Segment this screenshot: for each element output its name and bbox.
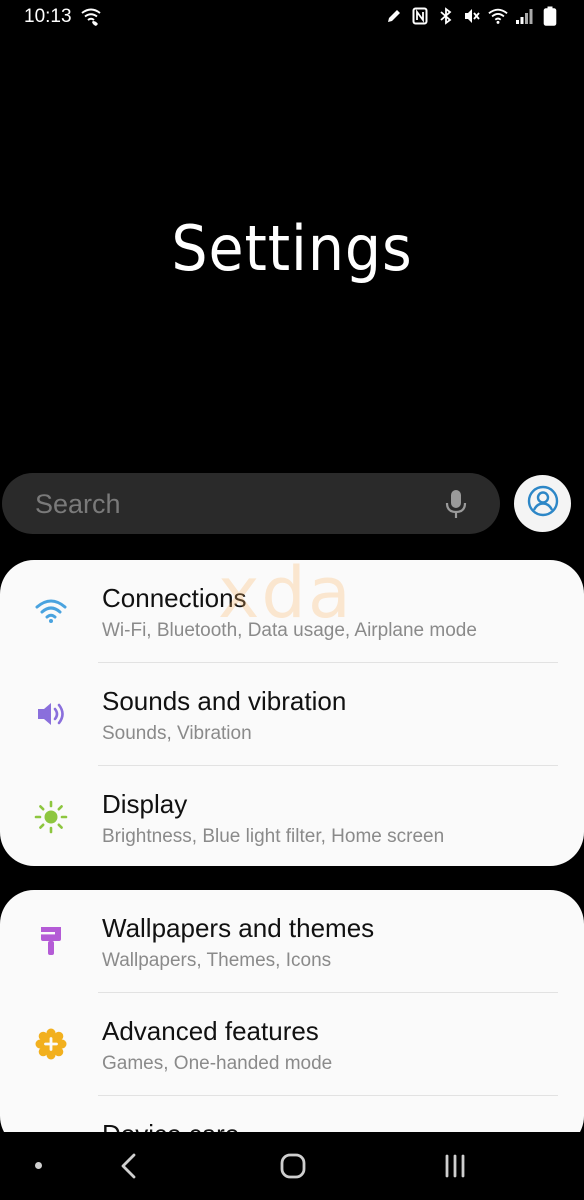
settings-item-subtitle: Brightness, Blue light filter, Home scre… xyxy=(102,826,445,847)
settings-item-sounds-and-vibration[interactable]: Sounds and vibration Sounds, Vibration xyxy=(0,663,584,765)
settings-item-subtitle: Wallpapers, Themes, Icons xyxy=(102,950,332,971)
settings-item-advanced-features[interactable]: Advanced features Games, One-handed mode xyxy=(0,993,584,1095)
settings-item-subtitle: Wi-Fi, Bluetooth, Data usage, Airplane m… xyxy=(102,620,477,641)
settings-item-title: Wallpapers and themes xyxy=(102,913,375,943)
gear-plus-icon xyxy=(34,1027,68,1061)
search-input[interactable]: Search xyxy=(35,489,121,520)
settings-item-title: Display xyxy=(102,789,188,819)
search-bar[interactable]: Search xyxy=(2,473,500,534)
speaker-icon xyxy=(34,697,68,731)
navigation-bar xyxy=(0,1132,584,1200)
settings-item-display[interactable]: Display Brightness, Blue light filter, H… xyxy=(0,766,584,868)
settings-item-title: Advanced features xyxy=(102,1016,319,1046)
settings-item-title: Connections xyxy=(102,583,247,613)
wifi-icon xyxy=(34,594,68,628)
microphone-icon[interactable] xyxy=(444,488,468,520)
settings-item-subtitle: Sounds, Vibration xyxy=(102,723,252,744)
settings-group-1: Connections Wi-Fi, Bluetooth, Data usage… xyxy=(0,560,584,866)
bluetooth-icon xyxy=(436,6,456,26)
brightness-icon xyxy=(34,800,68,834)
edit-icon xyxy=(384,6,404,26)
settings-group-2: Wallpapers and themes Wallpapers, Themes… xyxy=(0,890,584,1161)
settings-item-connections[interactable]: Connections Wi-Fi, Bluetooth, Data usage… xyxy=(0,560,584,662)
brush-icon xyxy=(34,924,68,958)
back-icon[interactable] xyxy=(118,1152,140,1185)
wifi-calling-icon xyxy=(80,7,102,32)
wifi-icon xyxy=(488,6,508,26)
profile-button[interactable] xyxy=(514,475,571,532)
account-icon xyxy=(527,485,559,522)
settings-item-subtitle: Games, One-handed mode xyxy=(102,1053,333,1074)
page-title: Settings xyxy=(171,212,413,285)
home-icon[interactable] xyxy=(279,1152,307,1185)
settings-item-wallpapers-and-themes[interactable]: Wallpapers and themes Wallpapers, Themes… xyxy=(0,890,584,992)
nav-dot-icon[interactable] xyxy=(35,1162,42,1169)
status-bar: 10:13 xyxy=(0,0,584,36)
battery-icon xyxy=(540,6,560,26)
status-time: 10:13 xyxy=(24,6,72,27)
nfc-icon xyxy=(410,6,430,26)
signal-icon xyxy=(514,6,534,26)
status-icons xyxy=(384,6,560,26)
mute-icon xyxy=(462,6,482,26)
settings-item-title: Sounds and vibration xyxy=(102,686,347,716)
recents-icon[interactable] xyxy=(443,1152,467,1185)
